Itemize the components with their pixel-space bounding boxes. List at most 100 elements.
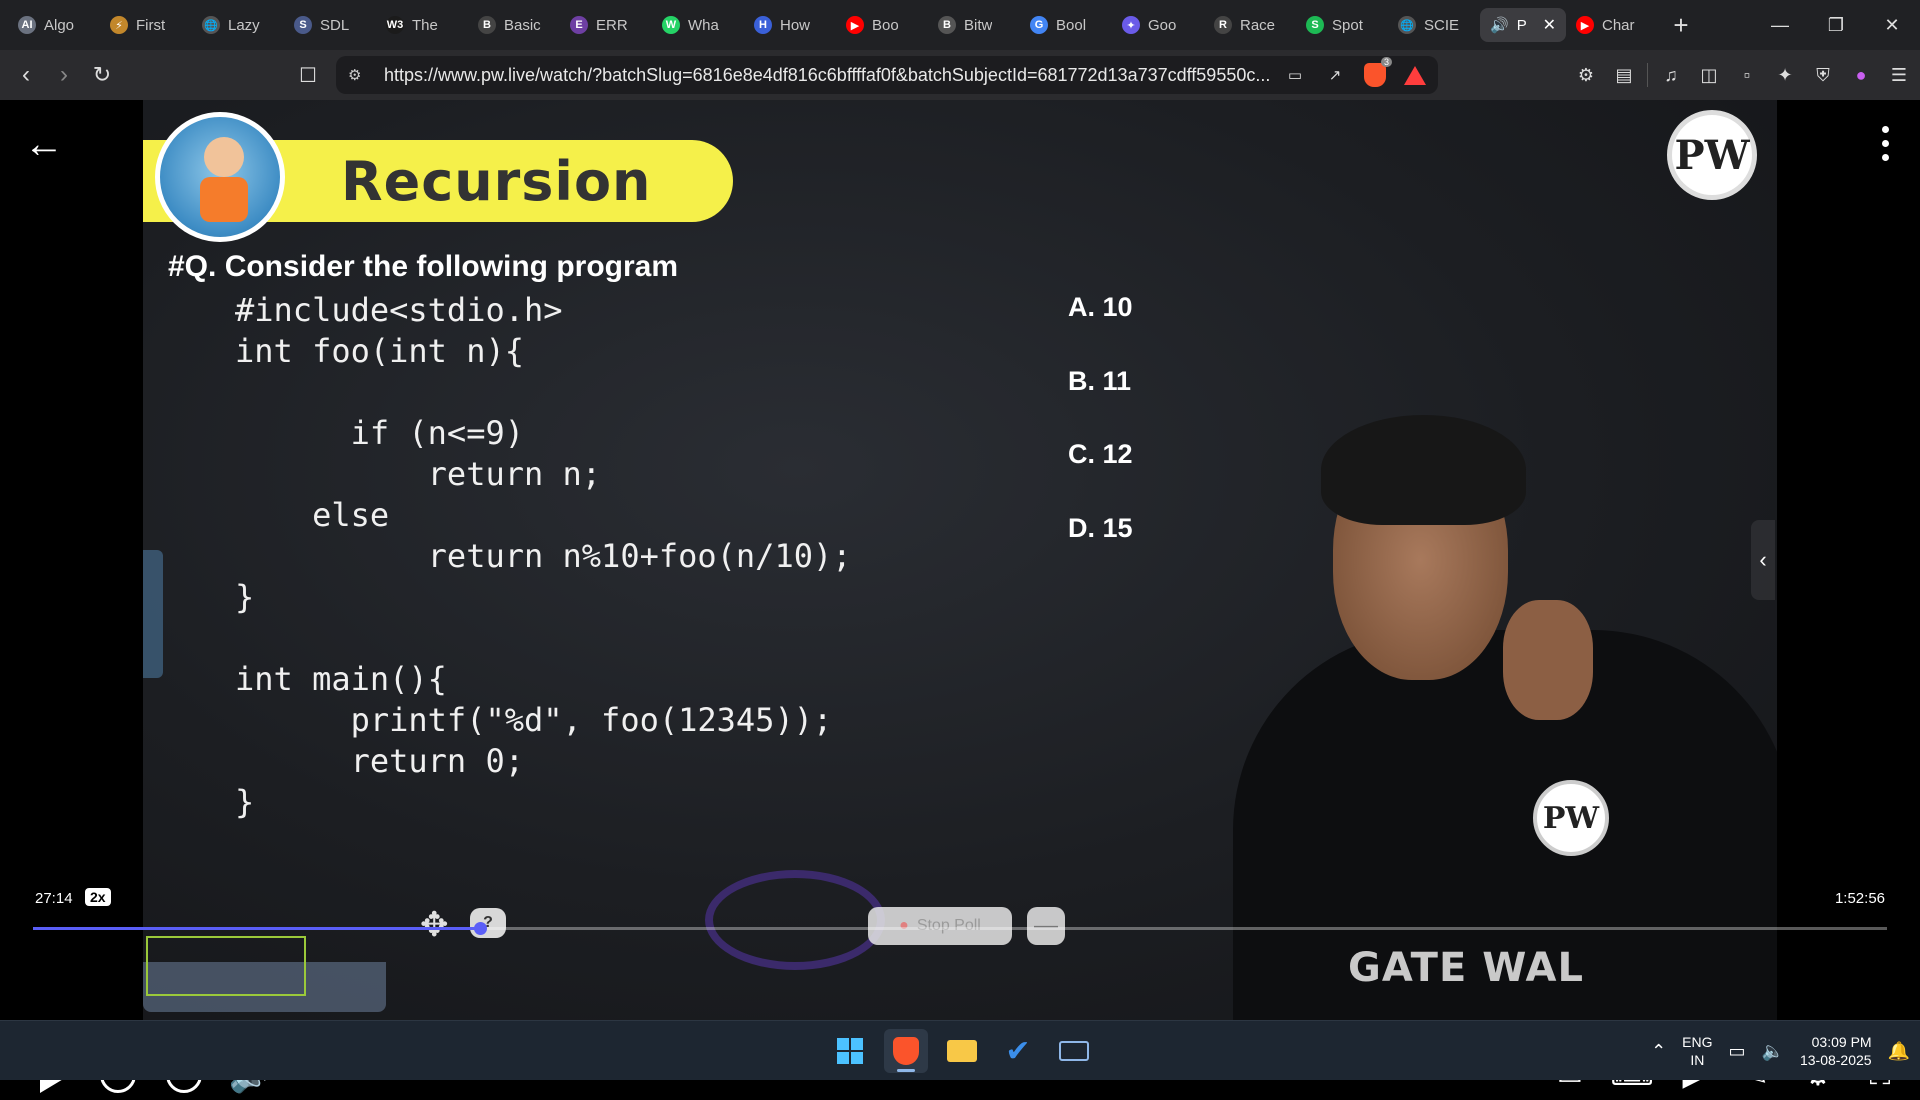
browser-tab[interactable]: 🌐 SCIE [1388, 8, 1480, 42]
browser-tab[interactable]: ▶ Char [1566, 8, 1658, 42]
progress-bar[interactable] [33, 922, 1887, 935]
minimize-poll-button[interactable]: — [1027, 907, 1065, 945]
tab-label: Goo [1148, 16, 1177, 34]
side-panel-handle[interactable] [143, 550, 163, 678]
browser-tab[interactable]: ▶ Boo [836, 8, 928, 42]
tab-list: AI Algo ⚡ First 🌐 Lazy S SDL W3 The B Basic E ERR W Wha… [0, 0, 1698, 50]
window-controls: — ❐ ✕ [1752, 0, 1920, 50]
browser-tab[interactable]: H How [744, 8, 836, 42]
tab-favicon-icon: B [478, 16, 496, 34]
tab-label: SCIE [1424, 16, 1460, 34]
address-bar-actions: ▭ ↗ 3 [1284, 57, 1426, 87]
close-tab-icon[interactable]: ✕ [1543, 15, 1556, 35]
wallet-icon[interactable]: ▫ [1732, 57, 1762, 93]
browser-tab[interactable]: W Wha [652, 8, 744, 42]
browser-tab[interactable]: ✦ Goo [1112, 8, 1204, 42]
answer-option: A. 10 [1068, 292, 1133, 322]
address-bar[interactable]: ⚙ https://www.pw.live/watch/?batchSlug=6… [336, 56, 1438, 94]
tab-favicon-icon: S [294, 16, 312, 34]
browser-tab[interactable]: R Race [1204, 8, 1296, 42]
browser-tab[interactable]: AI Algo [8, 8, 100, 42]
browser-tab[interactable]: S SDL [284, 8, 376, 42]
cast-icon[interactable]: ▭ [1284, 64, 1306, 86]
clock[interactable]: 03:09 PM 13-08-2025 [1800, 1033, 1872, 1069]
taskbar-file-explorer[interactable] [940, 1029, 984, 1073]
browser-tab-active[interactable]: 🔊 P ✕ [1480, 8, 1566, 42]
leo-ai-icon[interactable]: ✦ [1770, 57, 1800, 93]
reader-mode-icon[interactable]: ▤ [1609, 57, 1639, 93]
taskbar-apps: ✔ [828, 1029, 1096, 1073]
video-frame: Recursion PW #Q. Consider the following … [143, 100, 1777, 1020]
tab-favicon-icon: B [938, 16, 956, 34]
brave-shields-icon[interactable]: 3 [1364, 57, 1392, 87]
answer-option: C. 12 [1068, 439, 1133, 469]
menu-icon[interactable]: ☰ [1884, 57, 1914, 93]
answer-option: D. 15 [1068, 512, 1133, 543]
chevron-left-icon[interactable]: ‹ [1751, 520, 1775, 600]
notification-bell-icon[interactable]: 🔔 [1888, 1041, 1910, 1062]
browser-tab[interactable]: B Bitw [928, 8, 1020, 42]
progress-knob[interactable] [474, 922, 487, 935]
browser-tab[interactable]: B Basic [468, 8, 560, 42]
answer-options: A. 10 B. 11 C. 12 D. 15 [1068, 292, 1133, 586]
move-icon[interactable]: ✥ [420, 905, 449, 945]
restore-icon[interactable]: ❐ [1808, 0, 1864, 50]
tab-label: Lazy [228, 16, 260, 34]
browser-tab[interactable]: S Spot [1296, 8, 1388, 42]
answer-option: B. 11 [1068, 365, 1132, 396]
share-icon[interactable]: ↗ [1324, 64, 1346, 86]
video-player[interactable]: Recursion PW #Q. Consider the following … [0, 100, 1920, 1094]
browser-tab[interactable]: E ERR [560, 8, 652, 42]
browser-tab[interactable]: G Bool [1020, 8, 1112, 42]
playback-speed[interactable]: 2x [85, 888, 111, 906]
profile-avatar-icon[interactable]: ● [1846, 57, 1876, 93]
back-arrow-icon[interactable]: ← [24, 122, 64, 167]
forward-icon[interactable]: › [46, 57, 82, 93]
windows-logo-icon [837, 1038, 863, 1064]
thumbnail-frame [146, 936, 306, 996]
new-tab-icon[interactable]: + [1664, 8, 1698, 42]
brave-rewards-icon[interactable] [1404, 65, 1426, 85]
media-icon[interactable]: ♫ [1656, 57, 1686, 93]
network-icon[interactable]: ▭ [1729, 1041, 1746, 1062]
start-button[interactable] [828, 1029, 872, 1073]
bookmark-icon[interactable]: ☐ [290, 57, 326, 93]
tab-audio-icon[interactable]: 🔊 [1490, 16, 1509, 34]
code-line: } [235, 783, 255, 821]
code-line: int foo(int n){ [235, 332, 524, 370]
language-indicator[interactable]: ENG IN [1682, 1033, 1712, 1069]
vpn-icon[interactable]: ⛨ [1808, 57, 1838, 93]
browser-tab[interactable]: W3 The [376, 8, 468, 42]
taskbar-todo[interactable]: ✔ [996, 1029, 1040, 1073]
tab-label: Race [1240, 16, 1276, 34]
sidebar-icon[interactable]: ◫ [1694, 57, 1724, 93]
taskbar-keyboard[interactable] [1052, 1029, 1096, 1073]
site-info-icon[interactable]: ⚙ [348, 66, 368, 84]
minimize-icon[interactable]: — [1752, 0, 1808, 50]
more-options-icon[interactable] [1880, 126, 1890, 161]
back-icon[interactable]: ‹ [8, 57, 44, 93]
system-tray: ⌃ ENG IN ▭ 🔈 03:09 PM 13-08-2025 🔔 [1651, 1021, 1910, 1081]
clock-time: 03:09 PM [1811, 1034, 1872, 1050]
tab-label: Char [1602, 16, 1635, 34]
watermark-text: GATE WAL [1348, 945, 1584, 991]
chevron-up-icon[interactable]: ⌃ [1651, 1041, 1666, 1062]
reload-icon[interactable]: ↻ [84, 57, 120, 93]
code-line: return 0; [235, 742, 524, 780]
close-window-icon[interactable]: ✕ [1864, 0, 1920, 50]
code-line: return n; [235, 455, 602, 493]
stop-poll-button[interactable]: ● Stop Poll [868, 907, 1012, 945]
tab-favicon-icon: W [662, 16, 680, 34]
url-text[interactable]: https://www.pw.live/watch/?batchSlug=681… [384, 65, 1284, 86]
browser-tab[interactable]: ⚡ First [100, 8, 192, 42]
speaker-icon[interactable]: 🔈 [1762, 1041, 1784, 1062]
browser-tab[interactable]: 🌐 Lazy [192, 8, 284, 42]
tab-label: How [780, 16, 811, 34]
extension-icons: ⚙ ▤ ♫ ◫ ▫ ✦ ⛨ ● ☰ [1571, 57, 1914, 93]
taskbar-brave[interactable] [884, 1029, 928, 1073]
extensions-icon[interactable]: ⚙ [1571, 57, 1601, 93]
shirt-logo: PW [1533, 780, 1609, 856]
mascot-head [204, 137, 244, 177]
slide-title: Recursion [341, 149, 652, 213]
